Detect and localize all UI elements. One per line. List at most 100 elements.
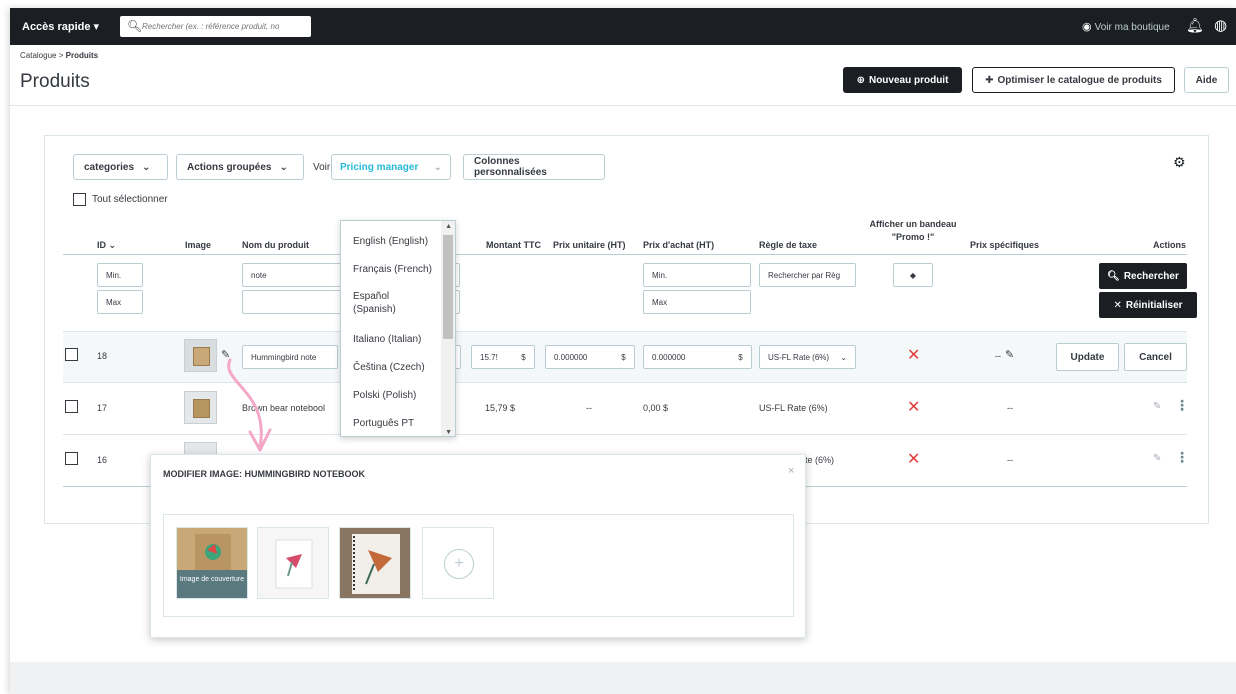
column-header-price-ttc[interactable]: Montant TTC [486, 240, 541, 250]
edit-image-modal: MODIFIER IMAGE: HUMMINGBIRD NOTEBOOK × I… [150, 454, 806, 638]
eye-icon: ◉ [1082, 21, 1092, 33]
hummingbird-notebook-illustration [352, 534, 400, 594]
more-actions-icon[interactable]: ⋮ [1175, 449, 1189, 466]
filter-tax-input[interactable]: Rechercher par Règ [759, 263, 856, 287]
edit-unit-price-input[interactable]: 0.000000 $ [545, 345, 635, 369]
filter-purchase-max[interactable]: Max [643, 290, 751, 314]
help-button[interactable]: Aide [1184, 67, 1229, 93]
column-header-tax-rule[interactable]: Règle de taxe [759, 240, 817, 250]
search-button[interactable]: 🔍︎ Rechercher [1099, 263, 1187, 289]
filter-purchase-min[interactable]: Min. [643, 263, 751, 287]
header-divider [10, 105, 1236, 106]
dropdown-scrollbar[interactable]: ▲ ▼ [441, 221, 455, 436]
breadcrumb-current: Produits [65, 51, 99, 60]
view-select[interactable]: Pricing manager ⌄ [331, 154, 451, 180]
language-option[interactable]: Polski (Polish) [353, 389, 439, 402]
column-header-specific-prices[interactable]: Prix spécifiques [970, 240, 1039, 250]
filter-promo-select[interactable]: ◆ [893, 263, 933, 287]
row-unit-price: -- [586, 403, 592, 413]
row-specific-prices: -- [995, 351, 1001, 361]
header-divider [63, 254, 1187, 255]
breadcrumb-catalogue[interactable]: Catalogue [20, 51, 56, 60]
edit-purchase-price-value: 0.000000 [652, 352, 686, 362]
row-purchase-price: 0,00 $ [643, 403, 669, 413]
chevron-down-icon: ⌄ [433, 161, 442, 173]
categories-label: categories [84, 161, 135, 173]
user-icon[interactable]: ◍ [1214, 16, 1227, 34]
language-option[interactable]: Italiano (Italian) [353, 333, 439, 346]
optimize-catalog-button[interactable]: ✚ Optimiser le catalogue de produits [972, 67, 1175, 93]
edit-icon[interactable]: ✎ [1153, 401, 1161, 412]
row-checkbox[interactable] [65, 400, 78, 413]
language-dropdown[interactable]: English (English) Français (French) Espa… [340, 220, 456, 437]
app-window: Accès rapide ▾ 🔍︎ ◉Voir ma boutique 🔔︎ ◍… [10, 8, 1236, 694]
reset-button-label: Réinitialiser [1125, 299, 1183, 311]
column-header-unit-price[interactable]: Prix unitaire (HT) [553, 240, 626, 250]
scrollbar-thumb[interactable] [443, 235, 453, 339]
puzzle-icon: ✚ [985, 74, 994, 86]
select-all-checkbox[interactable] [73, 193, 86, 206]
edit-price-ttc-input[interactable]: 15.7! $ [471, 345, 535, 369]
breadcrumb: Catalogue > Produits [20, 51, 98, 60]
gallery-image-cover[interactable]: Image de couverture [176, 527, 248, 599]
bulk-actions-dropdown[interactable]: Actions groupées ⌄ [176, 154, 304, 180]
categories-dropdown[interactable]: categories ⌄ [73, 154, 168, 180]
promo-no-icon[interactable]: ✕ [907, 449, 920, 469]
search-input[interactable] [142, 19, 307, 34]
edit-price-ttc-value: 15.7! [480, 352, 498, 362]
new-product-label: Nouveau produit [868, 74, 949, 86]
chevron-down-icon: ⌄ [108, 240, 117, 250]
add-image-slot[interactable]: + [422, 527, 494, 599]
edit-unit-price-value: 0.000000 [554, 352, 588, 362]
search-button-label: Rechercher [1123, 270, 1179, 282]
bell-icon[interactable]: 🔔︎ [1186, 17, 1204, 34]
row-id: 17 [97, 403, 108, 413]
currency-symbol: $ [738, 352, 743, 362]
language-option[interactable]: English (English) [353, 235, 439, 248]
edit-purchase-price-input[interactable]: 0.000000 $ [643, 345, 752, 369]
view-label: Voir [313, 162, 331, 173]
gear-icon[interactable]: ⚙ [1173, 154, 1186, 171]
column-header-id[interactable]: ID ⌄ [97, 240, 116, 251]
promo-no-icon[interactable]: ✕ [907, 397, 920, 417]
new-product-button[interactable]: ⊕ Nouveau produit [843, 67, 962, 93]
close-icon[interactable]: × [788, 465, 794, 477]
annotation-arrow [227, 358, 272, 452]
column-header-purchase-price[interactable]: Prix d'achat (HT) [643, 240, 714, 250]
gallery-image[interactable] [257, 527, 329, 599]
pencil-icon[interactable]: ✎ [1005, 348, 1014, 361]
select-all[interactable]: Tout sélectionner [73, 193, 168, 206]
chevron-up-icon[interactable]: ▲ [445, 223, 452, 230]
update-button[interactable]: Update [1056, 343, 1119, 371]
column-header-name[interactable]: Nom du produit [242, 240, 309, 250]
column-header-actions: Actions [1153, 240, 1187, 250]
filter-id-min[interactable]: Min. [97, 263, 143, 287]
view-shop-label: Voir ma boutique [1094, 22, 1170, 33]
language-option[interactable]: Čeština (Czech) [353, 361, 439, 374]
language-option[interactable]: Português PT [353, 417, 439, 430]
optimize-catalog-label: Optimiser le catalogue de produits [997, 74, 1162, 86]
quick-access-menu[interactable]: Accès rapide ▾ [22, 20, 99, 33]
edit-icon[interactable]: ✎ [1153, 453, 1161, 464]
custom-columns-button[interactable]: Colonnes personnalisées [463, 154, 605, 180]
promo-no-icon[interactable]: ✕ [907, 345, 920, 365]
column-header-promo[interactable]: Afficher un bandeau "Promo !" [868, 218, 958, 244]
row-specific-prices: -- [1007, 455, 1013, 465]
language-option[interactable]: Español (Spanish) [353, 290, 423, 316]
search-box[interactable]: 🔍︎ [120, 16, 311, 37]
filter-id-max[interactable]: Max [97, 290, 143, 314]
row-checkbox[interactable] [65, 452, 78, 465]
more-actions-icon[interactable]: ⋮ [1175, 397, 1189, 414]
edit-tax-rule-select[interactable]: US-FL Rate (6%) ⌄ [759, 345, 856, 369]
plus-circle-icon: ⊕ [856, 74, 865, 86]
row-tax-rule: US-FL Rate (6%) [759, 403, 828, 413]
chevron-down-icon[interactable]: ▼ [445, 429, 452, 436]
reset-button[interactable]: ✕ Réinitialiser [1099, 292, 1197, 318]
search-icon: 🔍︎ [1107, 270, 1120, 282]
row-checkbox[interactable] [65, 348, 78, 361]
language-option[interactable]: Français (French) [353, 263, 439, 276]
gallery-image[interactable] [339, 527, 411, 599]
view-shop-link[interactable]: ◉ Voir ma boutique [1082, 20, 1170, 33]
cancel-button[interactable]: Cancel [1124, 343, 1187, 371]
cover-image-label: Image de couverture [177, 570, 247, 598]
